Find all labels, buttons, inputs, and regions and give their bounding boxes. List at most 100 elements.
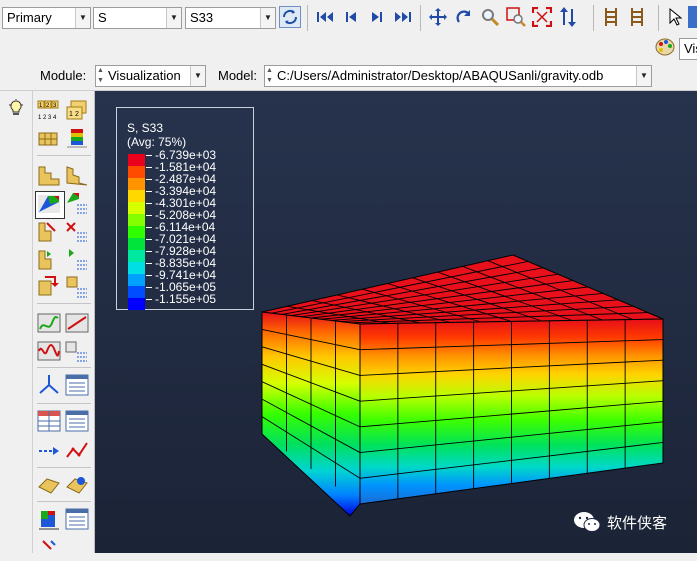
next-frame-button[interactable] — [366, 6, 388, 28]
zoom-button[interactable] — [479, 6, 501, 28]
move-arrows-icon — [429, 8, 447, 26]
legend-title: S, S33 — [127, 121, 164, 135]
replace-group-button[interactable] — [65, 473, 89, 497]
legend-swatch — [128, 262, 145, 274]
first-frame-icon — [317, 12, 333, 22]
ladder-icon — [631, 8, 643, 26]
legend-swatch — [128, 286, 145, 298]
last-frame-button[interactable] — [392, 6, 414, 28]
step-combo[interactable]: Primary ▼ — [2, 7, 91, 29]
component-combo[interactable]: S33 ▼ — [185, 7, 276, 29]
contour-legend: S, S33 (Avg: 75%) -6.739e+03 -1.581e+04 -2… — [116, 107, 254, 310]
animate-icon — [37, 313, 61, 333]
watermark-text: 软件侠客 — [607, 514, 668, 532]
cursor-arrow-icon — [669, 8, 682, 26]
display-group-icon — [38, 478, 60, 494]
frame-labels-button[interactable]: 12 — [65, 99, 89, 123]
line-graph-icon — [66, 442, 88, 458]
legend-swatch — [128, 178, 145, 190]
field-output-button[interactable] — [65, 127, 89, 151]
chevron-down-icon[interactable]: ▼ — [75, 8, 90, 28]
view-cut-manager-button[interactable] — [65, 507, 89, 531]
plot-undeformed-button[interactable] — [37, 163, 61, 187]
module-combo[interactable]: ▲ ▼ Visualization ▼ — [95, 65, 206, 87]
material-orientations-button[interactable] — [37, 247, 61, 271]
orientation-options-button[interactable] — [65, 247, 89, 271]
spin-arrows-icon[interactable]: ▲ ▼ — [97, 66, 104, 86]
chevron-down-icon[interactable]: ▼ — [260, 8, 275, 28]
legend-tick — [146, 251, 152, 252]
legend-tick — [146, 227, 152, 228]
chevron-down-icon[interactable]: ▼ — [166, 8, 181, 28]
harmonic-icon — [37, 341, 61, 361]
pan-button[interactable] — [427, 6, 449, 28]
animate-harmonic-button[interactable] — [37, 339, 61, 363]
create-xy-data-button[interactable] — [37, 409, 61, 433]
chevron-down-icon[interactable]: ▼ — [636, 66, 651, 86]
symbol-options-button[interactable] — [65, 219, 89, 243]
graphics-viewport[interactable]: S, S33 (Avg: 75%) -6.739e+03 -1.581e+04 -2… — [95, 91, 697, 553]
lightbulb-icon — [9, 99, 23, 115]
select-pointer-button[interactable] — [664, 6, 686, 28]
coordinate-manager-button[interactable] — [65, 373, 89, 397]
auto-fit-icon — [532, 7, 552, 27]
visibility-combo[interactable]: Vis — [679, 38, 697, 60]
animation-options-button[interactable] — [65, 339, 89, 363]
contour-plot-icon — [38, 195, 60, 213]
plot-deformed-button[interactable] — [65, 163, 89, 187]
create-coordinate-system-button[interactable] — [37, 373, 61, 397]
plot-symbols-button[interactable] — [37, 219, 61, 243]
display-group-button[interactable] — [37, 473, 61, 497]
chevron-down-icon[interactable]: ▼ — [190, 66, 205, 86]
deformed-shape-icon — [66, 166, 88, 186]
previous-frame-icon — [346, 12, 356, 22]
legend-swatch — [128, 238, 145, 250]
xy-data-manager-button[interactable] — [65, 409, 89, 433]
plot-contours-button[interactable] — [35, 191, 65, 219]
steps-shape-icon — [38, 166, 60, 186]
animate-scale-button[interactable] — [65, 311, 89, 335]
main-toolbar: Primary ▼ S ▼ S33 ▼ — [0, 0, 697, 37]
create-path-button[interactable] — [37, 439, 61, 463]
module-toolbox: 123 1 2 3 4 12 — [33, 91, 95, 553]
legend-subtitle: (Avg: 75%) — [127, 135, 187, 149]
tips-button[interactable] — [8, 99, 24, 120]
legend-swatch — [128, 190, 145, 202]
sync-button[interactable] — [279, 6, 301, 28]
legend-tick — [146, 191, 152, 192]
numbered-frames-icon: 123 1 2 3 4 — [37, 100, 59, 121]
variable-combo[interactable]: S ▼ — [93, 7, 182, 29]
first-frame-button[interactable] — [314, 6, 336, 28]
cycle-views-button[interactable] — [557, 6, 579, 28]
allow-multiple-plots-button[interactable] — [37, 275, 61, 299]
animate-time-history-button[interactable] — [37, 311, 61, 335]
xy-plot-button[interactable] — [65, 439, 89, 463]
step-frame-button[interactable]: 123 1 2 3 4 — [37, 99, 61, 123]
box-zoom-button[interactable] — [505, 6, 527, 28]
undeformed-shape-button[interactable] — [37, 127, 61, 151]
contour-options-button[interactable] — [65, 191, 89, 215]
left-icon-strip — [0, 91, 33, 553]
legend-tick — [146, 203, 152, 204]
legend-swatch — [128, 298, 145, 310]
palette-button[interactable] — [655, 38, 676, 58]
model-combo[interactable]: ▲ ▼ C:/Users/Administrator/Desktop/ABAQUS… — [264, 65, 652, 87]
next-frame-icon — [372, 12, 382, 22]
free-body-cut-button[interactable] — [37, 537, 61, 561]
auto-fit-button[interactable] — [531, 6, 553, 28]
ladder-button[interactable] — [626, 6, 648, 28]
spin-arrows-icon[interactable]: ▲ ▼ — [266, 66, 273, 86]
last-frame-icon — [395, 12, 411, 22]
path-arrow-icon — [39, 447, 59, 455]
manager-list-icon — [65, 374, 89, 396]
model-combo-value: C:/Users/Administrator/Desktop/ABAQUSanl… — [277, 68, 604, 83]
legend-tick — [146, 299, 152, 300]
ruler-button[interactable] — [600, 6, 622, 28]
view-cut-button[interactable] — [37, 507, 61, 531]
selection-toggle-button[interactable] — [688, 6, 697, 28]
legend-swatch — [128, 154, 145, 166]
manager-list-icon — [65, 508, 89, 530]
rotate-button[interactable] — [453, 6, 475, 28]
overlay-options-button[interactable] — [65, 275, 89, 299]
previous-frame-button[interactable] — [340, 6, 362, 28]
